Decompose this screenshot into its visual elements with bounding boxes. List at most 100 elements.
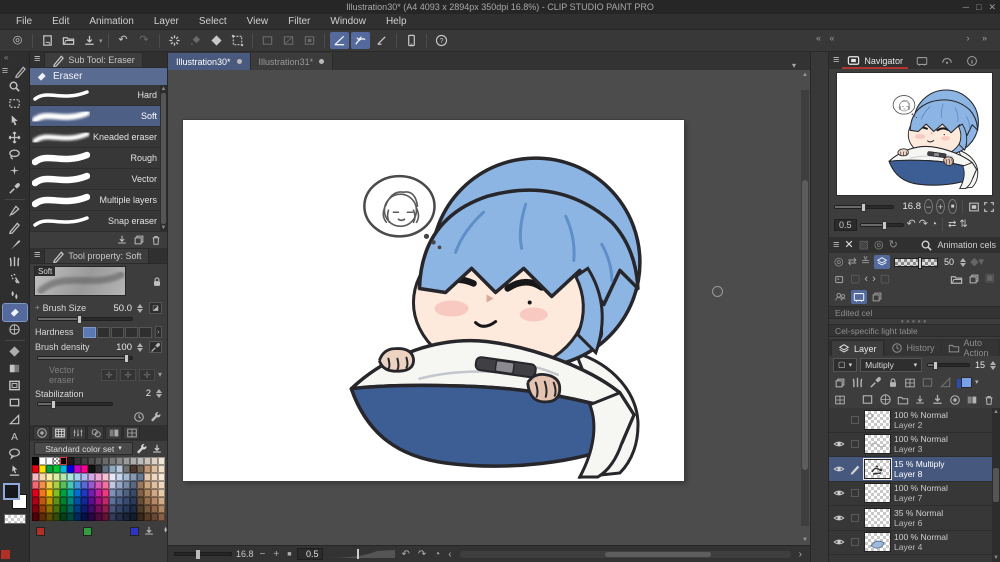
color-swatch[interactable] <box>123 513 130 521</box>
tool-marquee-select[interactable] <box>3 95 27 112</box>
tab-color-wheel[interactable] <box>33 426 50 440</box>
tablet-mode-button[interactable] <box>402 32 421 49</box>
navigator-zoom-slider[interactable] <box>834 202 894 212</box>
color-swatch[interactable] <box>137 497 144 505</box>
color-swatch[interactable] <box>53 457 60 465</box>
color-swatch[interactable] <box>67 473 74 481</box>
color-swatch[interactable] <box>144 457 151 465</box>
color-swatch[interactable] <box>102 465 109 473</box>
sub-tool-detail-icon[interactable] <box>150 411 162 423</box>
brush-history-icon[interactable] <box>133 411 145 423</box>
snap-to-special-ruler-button[interactable] <box>350 32 370 49</box>
open-file-button[interactable] <box>59 32 78 49</box>
snap-to-grid-button[interactable] <box>372 32 391 49</box>
vector-erase-touched-button[interactable]: ✛ <box>100 369 117 381</box>
color-swatch[interactable] <box>95 497 102 505</box>
nav-rotate-cw-icon[interactable]: ↷ <box>919 219 928 230</box>
color-swatch[interactable] <box>151 489 158 497</box>
create-layer-mask-icon[interactable] <box>949 394 961 406</box>
color-swatch[interactable] <box>95 457 102 465</box>
color-swatch[interactable] <box>53 465 60 473</box>
layer-checkbox[interactable] <box>849 489 861 498</box>
color-swatch[interactable] <box>130 473 137 481</box>
nav-rotate-ccw-icon[interactable]: ↶ <box>907 219 916 230</box>
layer-opacity-slider[interactable] <box>927 361 970 370</box>
zoom-slider[interactable] <box>174 550 232 559</box>
menu-file[interactable]: File <box>6 14 42 30</box>
hardness-segment-1[interactable] <box>82 326 96 338</box>
color-swatch[interactable] <box>130 489 137 497</box>
tool-blend[interactable] <box>3 287 27 304</box>
tool-airbrush[interactable] <box>3 270 27 287</box>
layer-checkbox[interactable] <box>849 440 861 449</box>
color-swatch[interactable] <box>144 481 151 489</box>
color-swatch[interactable] <box>60 489 67 497</box>
canvas[interactable] <box>183 120 684 481</box>
nav-zoom-out-button[interactable]: − <box>924 199 933 214</box>
new-folder-icon[interactable] <box>897 394 909 406</box>
layer-row[interactable]: 100 % Normal Layer 4 <box>829 531 1000 555</box>
color-swatch[interactable] <box>88 473 95 481</box>
color-swatch[interactable] <box>123 505 130 513</box>
export-button[interactable] <box>80 32 99 49</box>
wrench-icon[interactable] <box>136 443 148 455</box>
color-swatch[interactable] <box>123 481 130 489</box>
clip-to-layer-below-icon[interactable] <box>834 377 846 389</box>
layer-row[interactable]: 100 % Normal Layer 7 <box>829 482 1000 506</box>
layer-checkbox[interactable] <box>849 538 861 547</box>
color-swatch[interactable] <box>81 489 88 497</box>
color-swatch[interactable] <box>95 513 102 521</box>
color-swatch[interactable] <box>53 473 60 481</box>
tool-figure[interactable] <box>3 321 27 338</box>
color-swatch[interactable] <box>39 513 46 521</box>
color-swatch[interactable] <box>88 497 95 505</box>
tab-information[interactable] <box>961 53 983 69</box>
scroll-down-icon[interactable]: ▼ <box>801 537 809 543</box>
color-swatch[interactable] <box>32 465 39 473</box>
selection-rect-button[interactable] <box>258 32 277 49</box>
color-swatch[interactable] <box>60 513 67 521</box>
color-swatch[interactable] <box>74 505 81 513</box>
color-swatch[interactable] <box>60 473 67 481</box>
color-swatch[interactable] <box>151 481 158 489</box>
color-swatch[interactable] <box>130 457 137 465</box>
lock-layer-icon[interactable] <box>887 377 899 389</box>
color-swatch[interactable] <box>95 505 102 513</box>
color-swatch[interactable] <box>67 489 74 497</box>
layer-thumbnail[interactable] <box>864 507 891 528</box>
color-swatch[interactable] <box>46 489 53 497</box>
layer-thumbnail[interactable] <box>864 483 891 504</box>
layer-row[interactable]: 100 % Normal Layer 2 <box>829 408 1000 433</box>
delete-layer-icon[interactable] <box>983 394 995 406</box>
vector-erase-intersection-button[interactable]: ✛ <box>119 369 136 381</box>
tab-overflow-icon[interactable]: ▾ <box>792 61 810 70</box>
color-swatches[interactable] <box>2 483 27 509</box>
minimize-button[interactable]: ─ <box>963 0 969 14</box>
layer-visibility-icon[interactable] <box>832 487 846 499</box>
sub-tool-snap-eraser[interactable]: Snap eraser <box>30 211 167 232</box>
color-swatch[interactable] <box>88 489 95 497</box>
color-swatch[interactable] <box>151 505 158 513</box>
color-swatch[interactable] <box>158 465 165 473</box>
tool-balloon[interactable] <box>3 445 27 462</box>
next-cel-icon[interactable]: › <box>872 274 876 285</box>
color-swatch[interactable] <box>88 457 95 465</box>
maximize-button[interactable]: □ <box>976 0 981 14</box>
color-swatch[interactable] <box>39 473 46 481</box>
sub-tool-rough[interactable]: Rough <box>30 148 167 169</box>
color-swatch[interactable] <box>151 457 158 465</box>
layer-checkbox[interactable] <box>849 415 861 424</box>
navigator-thumbnail[interactable] <box>837 73 992 195</box>
layer-thumbnail[interactable] <box>864 532 891 553</box>
apply-mask-icon[interactable] <box>966 394 978 406</box>
chevron-down-icon[interactable]: ▾ <box>158 371 162 379</box>
previous-cel-icon[interactable]: ‹ <box>864 274 868 285</box>
color-swatch[interactable] <box>116 457 123 465</box>
color-swatch[interactable] <box>53 481 60 489</box>
split-panel-icon[interactable] <box>834 394 846 406</box>
hardness-segment-3[interactable] <box>110 326 124 338</box>
onion-skin-icon[interactable]: ◎ <box>874 239 884 251</box>
copy-cel-icon[interactable] <box>871 291 883 303</box>
hardness-segments[interactable] <box>82 326 152 338</box>
color-swatch[interactable] <box>46 465 53 473</box>
